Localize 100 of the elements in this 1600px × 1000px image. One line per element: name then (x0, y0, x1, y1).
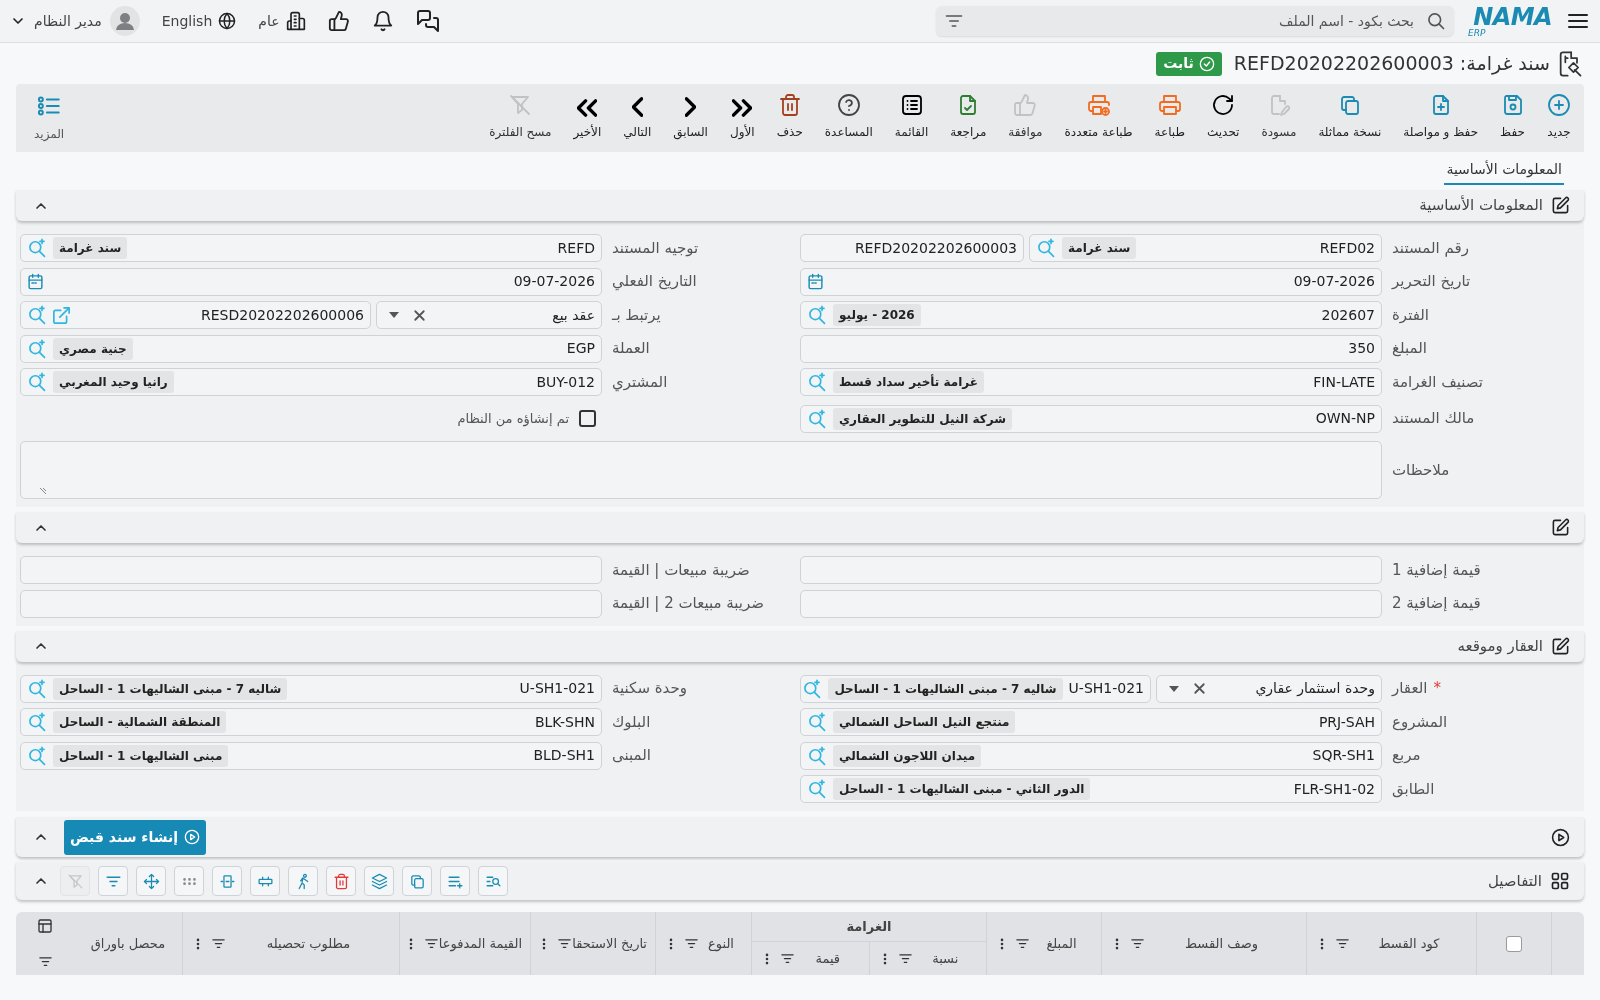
lookup-field[interactable]: RESD20202202600006 (20, 301, 371, 329)
delete-tool-button[interactable] (326, 866, 356, 896)
add-row-tool-button[interactable] (440, 866, 470, 896)
column-header[interactable]: كود القسط (1350, 933, 1468, 954)
calendar-icon[interactable] (807, 273, 824, 290)
save-button[interactable]: حفظ (1489, 93, 1536, 143)
list-button[interactable]: القائمة (883, 93, 940, 143)
filter-tool-button[interactable] (98, 866, 128, 896)
filter-icon[interactable] (1335, 936, 1350, 951)
create-receipt-button[interactable]: إنشاء سند قبض (64, 819, 206, 855)
column-header[interactable]: محصل باوراق (82, 933, 174, 954)
select-field[interactable]: عقد بيع (376, 301, 602, 329)
filter-icon[interactable] (684, 936, 699, 951)
search-icon[interactable] (807, 779, 827, 799)
text-field[interactable] (20, 589, 602, 618)
last-button[interactable]: الأخير (562, 93, 613, 143)
delete-button[interactable]: حذف (765, 93, 814, 143)
filter-icon[interactable] (897, 951, 913, 966)
column-header[interactable]: القيمة المدفوعا (438, 933, 522, 954)
search-icon[interactable] (807, 305, 827, 325)
print-button[interactable]: طباعة (1143, 93, 1196, 143)
run-tool-button[interactable] (288, 866, 318, 896)
search-icon[interactable] (807, 745, 827, 766)
column-header[interactable]: النوع (699, 933, 743, 954)
tab[interactable]: المعلومات الأساسية (1444, 155, 1564, 185)
filter-icon[interactable] (780, 951, 795, 966)
filter-icon[interactable] (1015, 936, 1030, 951)
fit-tool-button[interactable] (212, 866, 242, 896)
filter-icon[interactable] (211, 936, 226, 951)
previous-button[interactable]: السابق (662, 93, 719, 143)
text-field[interactable] (800, 589, 1382, 618)
layers-tool-button[interactable] (364, 866, 394, 896)
select-all-checkbox[interactable] (1506, 935, 1522, 952)
thumbs-up-icon[interactable] (327, 10, 350, 32)
select-field[interactable]: وحدة استثمار عقاري (1156, 674, 1382, 703)
avatar-icon[interactable] (109, 6, 140, 36)
save-continue-button[interactable]: حفظ و مواصلة (1392, 93, 1490, 143)
print-multi-button[interactable]: طباعة متعددة (1053, 93, 1144, 143)
external-link-icon[interactable] (53, 306, 70, 324)
duplicate-button[interactable]: نسخة مماثلة (1307, 93, 1393, 143)
filter-icon[interactable] (1130, 936, 1145, 951)
company-label[interactable]: عام (258, 10, 280, 32)
search-icon[interactable] (27, 745, 47, 766)
copy-tool-button[interactable] (402, 866, 432, 896)
clear-icon[interactable] (1191, 680, 1208, 697)
first-button[interactable]: الأول (718, 93, 766, 143)
move-tool-button[interactable] (136, 866, 166, 896)
filter-icon[interactable] (37, 954, 53, 969)
text-field[interactable] (800, 556, 1382, 584)
refresh-button[interactable]: تحديث (1195, 93, 1251, 143)
date-field[interactable]: 09-07-2026 (800, 267, 1382, 296)
grid-icon[interactable] (1550, 871, 1570, 891)
resize-handle-icon[interactable] (39, 487, 47, 495)
edit-icon[interactable] (1551, 636, 1570, 656)
help-button[interactable]: المساعدة (813, 93, 884, 143)
globe-icon[interactable] (218, 12, 237, 30)
search-icon[interactable] (807, 408, 827, 429)
caret-icon[interactable] (1169, 685, 1179, 692)
column-header[interactable]: تاريخ الاستحقا (572, 933, 647, 954)
calendar-icon[interactable] (27, 273, 44, 290)
search-icon[interactable] (1036, 238, 1056, 258)
dots-tool-button[interactable] (174, 866, 204, 896)
search-field[interactable]: بحث بكود - اسم الملف (936, 6, 1454, 36)
table-settings-icon[interactable] (37, 918, 53, 934)
notes-field[interactable] (20, 441, 1382, 499)
search-icon[interactable] (27, 305, 47, 325)
review-button[interactable]: مراجعة (939, 93, 998, 143)
rows-tool-button[interactable] (250, 866, 280, 896)
new-button[interactable]: جديد (1536, 93, 1582, 143)
building-icon[interactable] (285, 11, 306, 31)
chat-icon[interactable] (415, 9, 440, 33)
caret-icon[interactable] (389, 312, 399, 318)
text-field[interactable] (20, 556, 602, 584)
column-header[interactable]: مطلوب تحصيله (226, 933, 391, 954)
more-button[interactable]: المزيد (24, 93, 75, 143)
filter-icon[interactable] (557, 936, 573, 951)
search-icon[interactable] (27, 372, 47, 392)
date-field[interactable]: 09-07-2026 (20, 267, 602, 296)
edit-icon[interactable] (1551, 196, 1570, 215)
user-name[interactable]: مدير النظام (34, 10, 102, 32)
next-button[interactable]: التالي (612, 93, 663, 143)
find-tool-button[interactable] (478, 866, 508, 896)
search-icon[interactable] (807, 712, 827, 732)
column-header[interactable]: وصف القسط (1145, 933, 1298, 954)
search-icon[interactable] (807, 372, 827, 392)
search-icon[interactable] (27, 712, 47, 732)
checkbox[interactable] (579, 410, 596, 427)
bell-icon[interactable] (371, 10, 394, 32)
text-field[interactable]: 350 (800, 334, 1382, 363)
search-icon[interactable] (27, 678, 47, 699)
language-link[interactable]: English (161, 10, 213, 32)
column-header[interactable]: قيمة (795, 948, 861, 969)
document-number-field[interactable]: REFD20202202600003 (800, 234, 1024, 262)
filter-icon[interactable] (423, 936, 439, 951)
search-icon[interactable] (27, 238, 47, 258)
column-header[interactable]: نسبة (912, 948, 978, 969)
edit-icon[interactable] (1551, 518, 1570, 537)
play-circle-icon[interactable] (1551, 827, 1570, 847)
search-icon[interactable] (27, 338, 47, 359)
search-icon[interactable] (802, 678, 823, 699)
